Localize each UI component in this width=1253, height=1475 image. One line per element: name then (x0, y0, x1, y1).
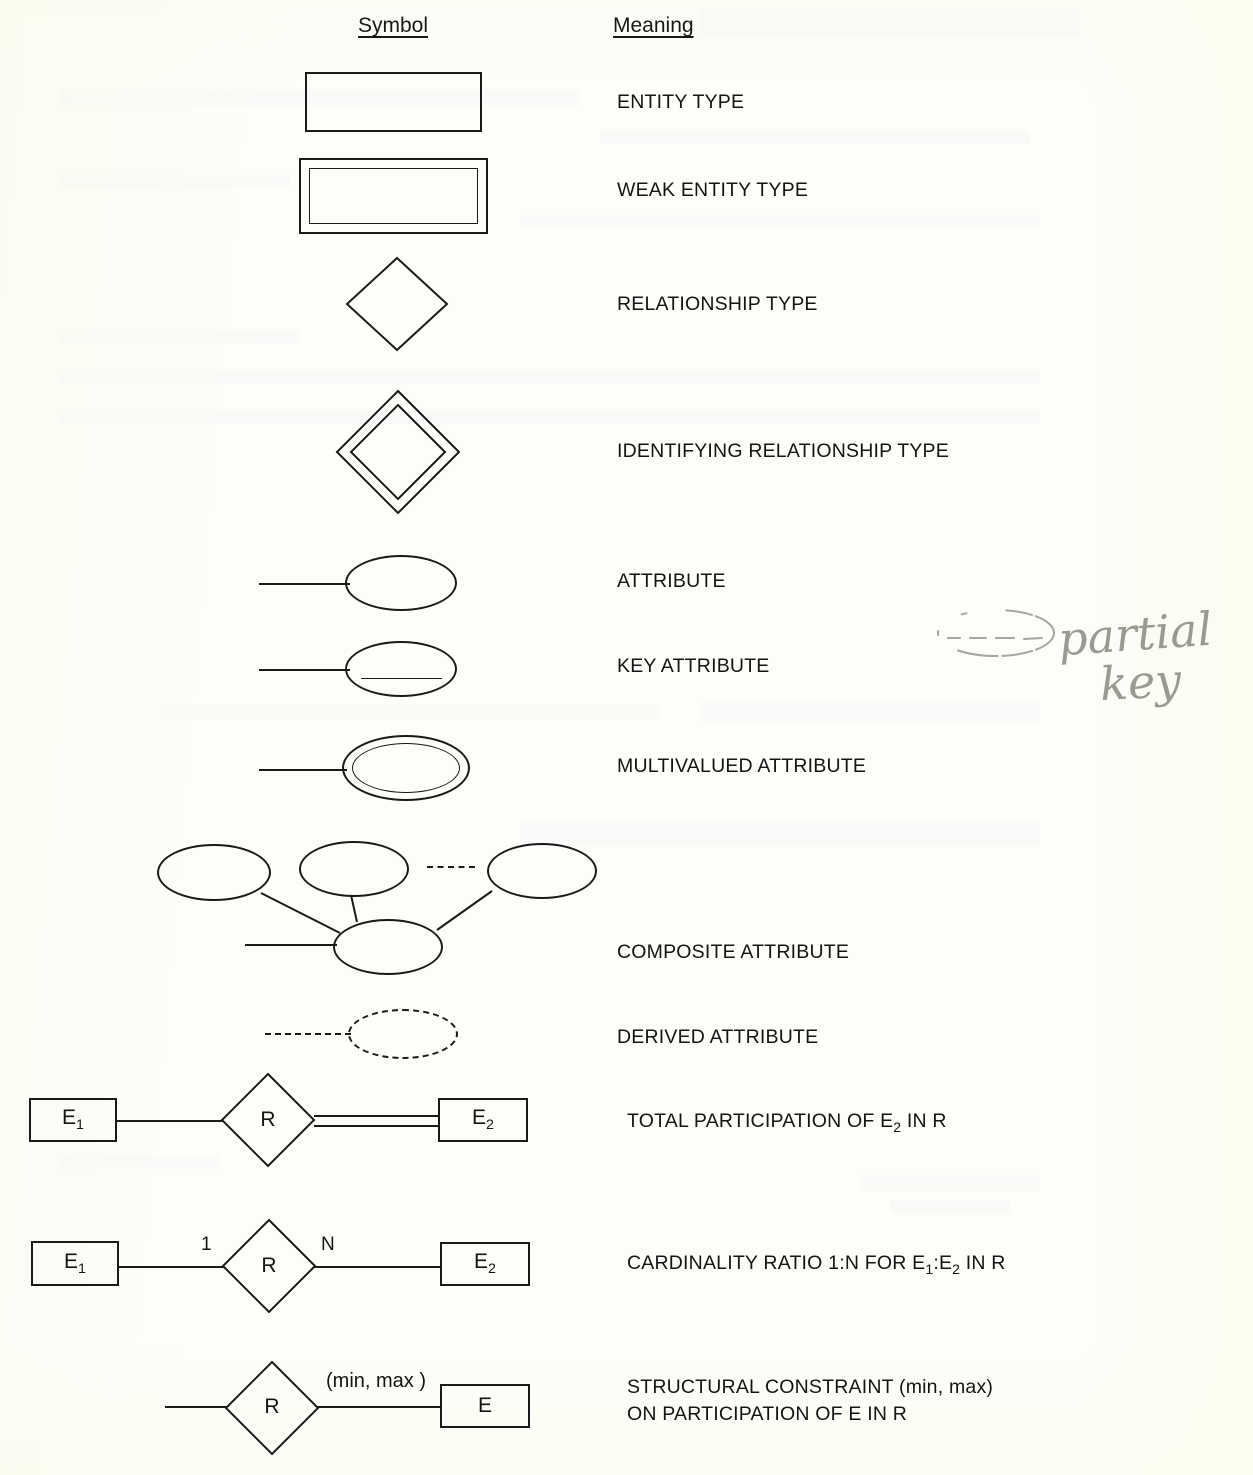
meaning-composite-attribute: COMPOSITE ATTRIBUTE (617, 941, 850, 963)
entity-e2-label: E2 (472, 1106, 494, 1134)
cardinality-right-line (314, 1266, 442, 1268)
cardinality-label-left: 1 (201, 1234, 212, 1255)
structural-constraint-left-line (165, 1406, 227, 1408)
cardinality-entity-e2-box: E2 (440, 1242, 530, 1286)
derived-attribute-ellipse (348, 1009, 458, 1059)
meaning-structural-constraint: STRUCTURAL CONSTRAINT (min, max) ON PARTI… (627, 1376, 994, 1425)
total-participation-relationship-label: R (260, 1108, 276, 1131)
structural-constraint-minmax-label: (min, max ) (326, 1370, 426, 1392)
total-participation-right-double-line-top (314, 1115, 440, 1117)
pencil-partial-key-ellipse-icon (937, 609, 1055, 657)
meaning-cardinality-ratio: CARDINALITY RATIO 1:N FOR E1:E2 IN R (627, 1252, 1006, 1277)
structural-constraint-right-line (317, 1406, 442, 1408)
entity-e1-label: E1 (62, 1106, 84, 1134)
structural-constraint-entity-box: E (440, 1384, 530, 1428)
cardinality-relationship-label: R (261, 1254, 277, 1277)
cardinality-entity-e1-box: E1 (31, 1241, 119, 1286)
cardinality-entity-e1-label: E1 (64, 1249, 86, 1278)
cardinality-left-line (119, 1266, 224, 1268)
total-participation-entity-e2-box: E2 (438, 1098, 528, 1142)
total-participation-entity-e1-box: E1 (29, 1098, 117, 1142)
derived-attribute-connector-line (265, 1033, 351, 1035)
structural-constraint-entity-label: E (477, 1394, 492, 1417)
total-participation-right-double-line-bottom (314, 1125, 440, 1127)
cardinality-label-right: N (321, 1234, 335, 1255)
total-participation-left-line (117, 1120, 223, 1122)
cardinality-entity-e2-label: E2 (474, 1250, 496, 1278)
meaning-derived-attribute: DERIVED ATTRIBUTE (617, 1026, 819, 1048)
meaning-total-participation: TOTAL PARTICIPATION OF E2 IN R (627, 1110, 947, 1135)
structural-constraint-relationship-label: R (264, 1395, 280, 1418)
